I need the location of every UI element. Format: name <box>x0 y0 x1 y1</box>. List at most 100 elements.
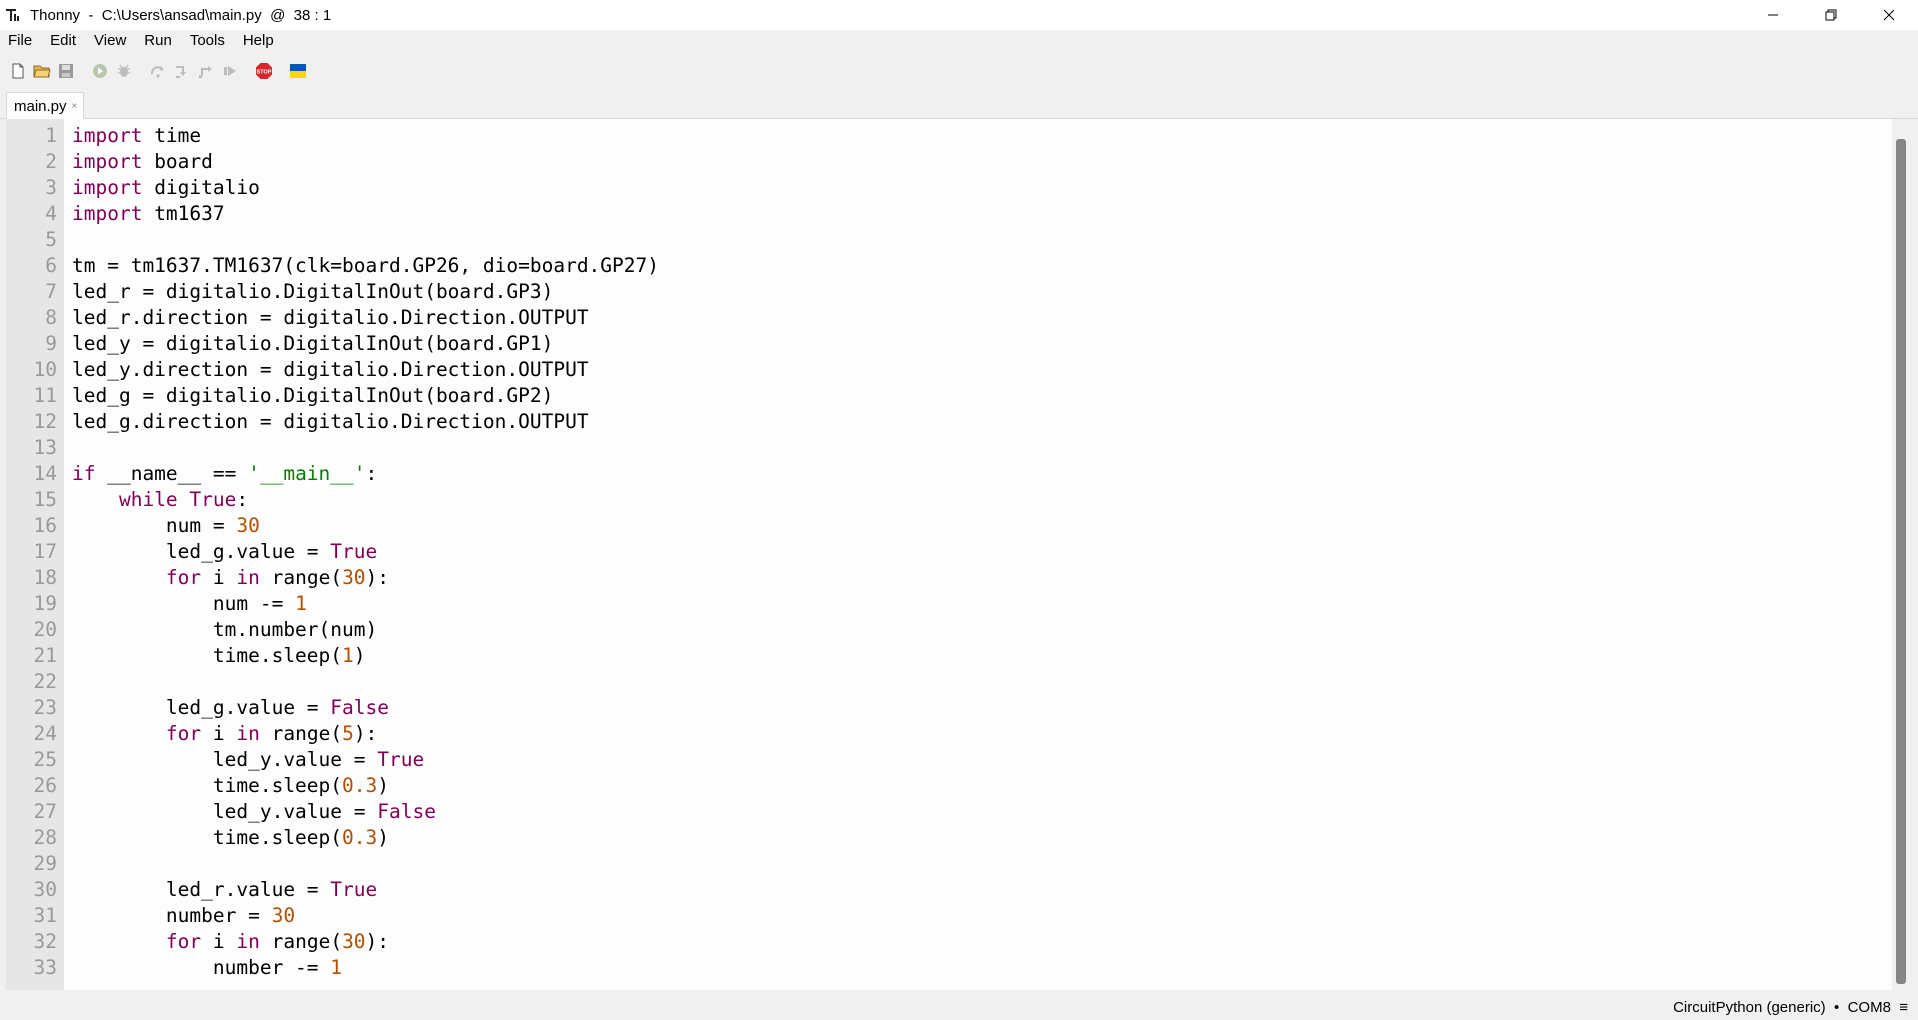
code-line[interactable]: 24 for i in range(5): <box>34 721 378 747</box>
code-line[interactable]: 4 import tm1637 <box>45 201 224 227</box>
code-line[interactable]: 17 led_g.value = True <box>34 539 378 565</box>
code-token-keyword: while <box>118 488 178 511</box>
code-editor[interactable]: 1 import time 2 import board 3 import digital… <box>6 119 1892 990</box>
code-token-keyword: if <box>72 462 96 485</box>
code-line[interactable]: 3 import digitalio <box>45 175 260 201</box>
code-token: ): <box>365 566 390 589</box>
code-line[interactable]: 1 import time <box>45 123 201 149</box>
menu-file[interactable]: File <box>0 30 41 52</box>
code-token: : <box>365 462 378 485</box>
code-token: led_y = digitalio.DigitalInOut(board.GP1… <box>72 332 554 355</box>
code-line[interactable]: 10 led_y.direction = digitalio.Direction.… <box>34 357 589 383</box>
code-token: i <box>201 930 237 953</box>
code-area[interactable]: 1 import time 2 import board 3 import digital… <box>34 123 1892 990</box>
code-line[interactable]: 18 for i in range(30): <box>34 565 390 591</box>
editor-vertical-scrollbar[interactable] <box>1892 119 1912 990</box>
code-token: time.sleep( <box>72 644 343 667</box>
code-token: i <box>201 566 237 589</box>
code-line[interactable]: 12 led_g.direction = digitalio.Direction.… <box>34 409 589 435</box>
code-line[interactable]: 20 tm.number(num) <box>34 617 378 643</box>
step-out-icon[interactable] <box>196 61 216 81</box>
code-token-number: 1 <box>295 592 307 615</box>
code-line[interactable]: 15 while True: <box>34 487 249 513</box>
line-number: 6 <box>45 254 57 277</box>
menu-tools[interactable]: Tools <box>181 30 234 52</box>
line-number: 26 <box>33 774 57 797</box>
code-token-keyword: import <box>72 150 143 173</box>
code-line[interactable]: 6 tm = tm1637.TM1637(clk=board.GP26, dio=… <box>45 253 659 279</box>
code-token-keyword: True <box>377 748 425 771</box>
code-line[interactable]: 31 number = 30 <box>34 903 296 929</box>
thonny-logo-icon <box>4 6 22 24</box>
open-folder-icon[interactable] <box>32 61 52 81</box>
interpreter-status[interactable]: CircuitPython (generic) • COM8 ≡ <box>1673 999 1908 1016</box>
code-line[interactable]: 21 time.sleep(1) <box>34 643 366 669</box>
ukraine-flag-icon[interactable] <box>288 61 308 81</box>
code-line[interactable]: 26 time.sleep(0.3) <box>34 773 390 799</box>
code-token: number -= <box>72 956 331 979</box>
code-token: range( <box>259 930 343 953</box>
debug-icon[interactable] <box>114 61 134 81</box>
minimize-icon[interactable] <box>1744 0 1802 30</box>
code-line[interactable]: 11 led_g = digitalio.DigitalInOut(board.G… <box>34 383 554 409</box>
restore-icon[interactable] <box>1802 0 1860 30</box>
code-line[interactable]: 16 num = 30 <box>34 513 260 539</box>
code-token-number: 0.3 <box>342 826 378 849</box>
tab-close-icon[interactable]: × <box>72 101 78 112</box>
code-line[interactable]: 28 time.sleep(0.3) <box>34 825 390 851</box>
code-line[interactable]: 9 led_y = digitalio.DigitalInOut(board.GP… <box>45 331 554 357</box>
code-token: ) <box>377 826 390 849</box>
code-token: tm = tm1637.TM1637(clk=board.GP26, dio=b… <box>72 254 659 277</box>
code-line[interactable]: 32 for i in range(30): <box>34 929 390 955</box>
code-line[interactable]: 30 led_r.value = True <box>34 877 378 903</box>
code-line[interactable]: 33 number -= 1 <box>34 955 343 981</box>
step-into-icon[interactable] <box>172 61 192 81</box>
code-line[interactable]: 23 led_g.value = False <box>34 695 389 721</box>
new-file-icon[interactable] <box>8 61 28 81</box>
code-token: led_g.value = <box>72 540 331 563</box>
scrollbar-thumb[interactable] <box>1896 139 1906 984</box>
line-number: 20 <box>33 618 57 641</box>
close-icon[interactable] <box>1860 0 1918 30</box>
code-token-keyword: True <box>330 540 378 563</box>
save-icon[interactable] <box>56 61 76 81</box>
menu-view[interactable]: View <box>85 30 135 52</box>
run-icon[interactable] <box>90 61 110 81</box>
resume-icon[interactable] <box>220 61 240 81</box>
code-line[interactable]: 2 import board <box>45 149 213 175</box>
code-token-number: 1 <box>330 956 343 979</box>
code-line[interactable]: 14 if __name__ == '__main__': <box>34 461 378 487</box>
code-token-keyword: False <box>377 800 436 823</box>
menu-help[interactable]: Help <box>234 30 283 52</box>
code-line[interactable]: 8 led_r.direction = digitalio.Direction.O… <box>45 305 588 331</box>
line-number: 27 <box>33 800 57 823</box>
code-token-keyword: for <box>165 930 202 953</box>
code-token-keyword: for <box>165 722 202 745</box>
code-token: range( <box>259 566 343 589</box>
code-line[interactable]: 7 led_r = digitalio.DigitalInOut(board.GP… <box>45 279 553 305</box>
menu-run[interactable]: Run <box>135 30 181 52</box>
code-token: num -= <box>72 592 296 615</box>
line-number: 22 <box>33 670 57 693</box>
code-token-number: 30 <box>236 514 260 537</box>
code-line[interactable]: 27 led_y.value = False <box>34 799 436 825</box>
line-number: 10 <box>33 358 57 381</box>
stop-icon-label: STOP <box>257 70 272 76</box>
line-number: 21 <box>33 644 57 667</box>
stop-icon[interactable]: STOP <box>254 61 274 81</box>
code-token: led_y.value = <box>72 800 378 823</box>
code-token: ): <box>353 722 378 745</box>
code-token: board <box>142 150 213 173</box>
line-number: 8 <box>45 306 57 329</box>
tab-main-py[interactable]: main.py × <box>6 92 85 119</box>
code-line[interactable]: 25 led_y.value = True <box>34 747 425 773</box>
line-number: 7 <box>45 280 57 303</box>
code-line[interactable]: 19 num -= 1 <box>34 591 307 617</box>
menu-edit[interactable]: Edit <box>41 30 85 52</box>
step-over-icon[interactable] <box>148 61 168 81</box>
code-token-keyword: import <box>72 202 143 225</box>
code-token: led_y.value = <box>72 748 378 771</box>
line-number: 17 <box>33 540 57 563</box>
code-token-number: 5 <box>342 722 354 745</box>
